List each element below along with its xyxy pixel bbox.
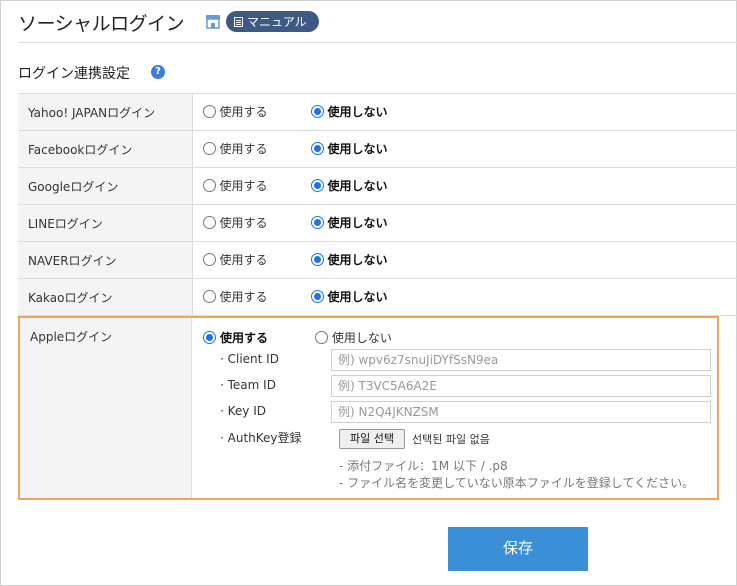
key-id-label: · Key ID (220, 404, 266, 418)
apple-options: 使用する 使用しない (203, 329, 392, 347)
provider-table: Yahoo! JAPANログイン 使用する 使用しない Facebookログイン 使用す… (18, 93, 737, 316)
not-use-radio[interactable]: 使用しない (310, 177, 388, 194)
help-icon[interactable]: ? (151, 65, 165, 79)
provider-label: NAVERログイン (18, 241, 193, 279)
authkey-label: · AuthKey登録 (220, 431, 302, 445)
not-use-radio[interactable]: 使用しない (310, 288, 388, 305)
not-use-radio[interactable]: 使用しない (310, 140, 388, 157)
save-button[interactable]: 保存 (448, 527, 588, 571)
provider-label: Googleログイン (18, 167, 193, 205)
key-id-input[interactable]: 例) N2Q4JKNZSM (331, 401, 711, 423)
divider (18, 42, 737, 43)
apple-login-label: Appleログイン (20, 318, 192, 498)
apple-not-use-radio[interactable]: 使用しない (314, 329, 392, 346)
client-id-label: · Client ID (220, 352, 279, 366)
provider-row: Googleログイン 使用する 使用しない (18, 167, 737, 205)
apple-login-row: Appleログイン 使用する 使用しない · Client ID 例) wpv6… (18, 316, 719, 500)
provider-label: Kakaoログイン (18, 278, 193, 316)
file-size-note: - 添付ファイル：1M 以下 / .p8 (339, 459, 508, 473)
provider-row: Yahoo! JAPANログイン 使用する 使用しない (18, 93, 737, 131)
use-radio[interactable]: 使用する (202, 103, 311, 120)
file-name-note: - ファイル名を変更していない原本ファイルを登録してください。 (339, 476, 695, 490)
provider-options: 使用する 使用しない (192, 167, 737, 205)
apple-use-radio[interactable]: 使用する (203, 329, 311, 346)
provider-label: Facebookログイン (18, 130, 193, 168)
provider-row: Kakaoログイン 使用する 使用しない (18, 278, 737, 316)
provider-row: Facebookログイン 使用する 使用しない (18, 130, 737, 168)
use-radio[interactable]: 使用する (202, 288, 311, 305)
use-radio[interactable]: 使用する (202, 177, 311, 194)
client-id-input[interactable]: 例) wpv6z7snuJiDYfSsN9ea (331, 349, 711, 371)
provider-options: 使用する 使用しない (192, 241, 737, 279)
not-use-radio[interactable]: 使用しない (310, 214, 388, 231)
use-radio[interactable]: 使用する (202, 251, 311, 268)
file-status: 선택된 파일 없음 (412, 433, 490, 446)
use-radio[interactable]: 使用する (202, 214, 311, 231)
use-radio[interactable]: 使用する (202, 140, 311, 157)
manual-label: マニュアル (247, 15, 307, 29)
manual-button[interactable]: マニュアル (226, 11, 319, 32)
provider-options: 使用する 使用しない (192, 204, 737, 242)
provider-options: 使用する 使用しない (192, 278, 737, 316)
provider-label: Yahoo! JAPANログイン (18, 93, 193, 131)
provider-row: NAVERログイン 使用する 使用しない (18, 241, 737, 279)
provider-label: LINEログイン (18, 204, 193, 242)
provider-options: 使用する 使用しない (192, 130, 737, 168)
provider-options: 使用する 使用しない (192, 93, 737, 131)
team-id-input[interactable]: 例) T3VC5A6A2E (331, 375, 711, 397)
document-icon (234, 16, 243, 27)
store-icon[interactable] (205, 14, 221, 29)
not-use-radio[interactable]: 使用しない (310, 251, 388, 268)
section-title: ログイン連携設定 (18, 66, 130, 82)
provider-row: LINEログイン 使用する 使用しない (18, 204, 737, 242)
team-id-label: · Team ID (220, 378, 276, 392)
file-select-button[interactable]: 파일 선택 (339, 429, 405, 449)
page-title: ソーシャルログイン (18, 13, 185, 35)
not-use-radio[interactable]: 使用しない (310, 103, 388, 120)
